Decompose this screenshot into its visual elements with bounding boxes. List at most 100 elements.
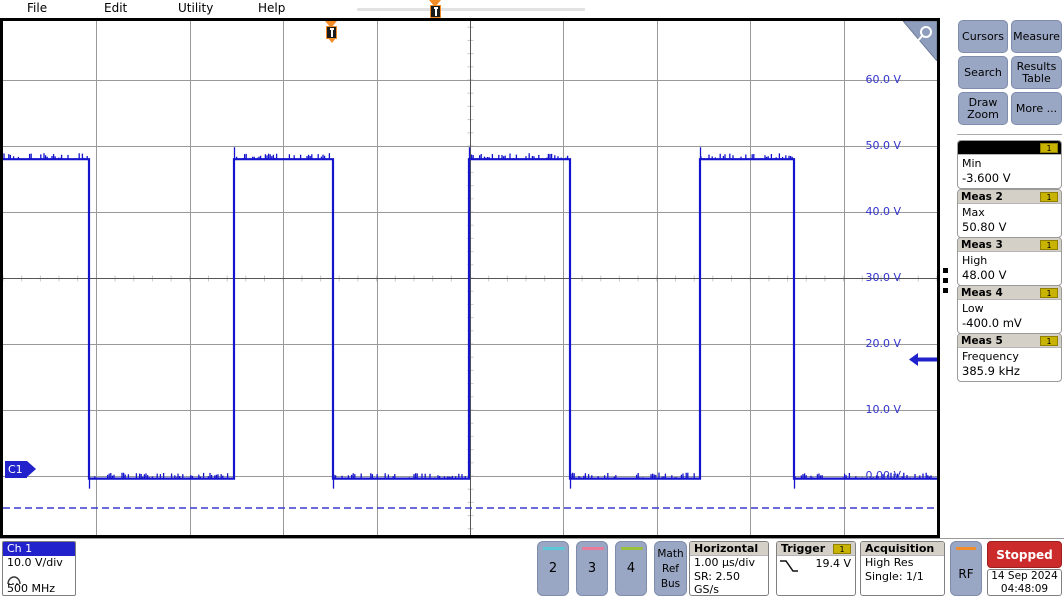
voltage-tick-label-30: 30.0 V (865, 271, 901, 284)
overview-trigger-marker-icon[interactable] (429, 0, 442, 22)
channel-4-label: 4 (626, 561, 636, 576)
waveform-graticule[interactable]: 60.0 V 50.0 V 40.0 V 30.0 V 20.0 V 10.0 V 0.00… (0, 18, 940, 538)
horizontal-timebase: 1.00 µs/div (694, 556, 755, 569)
measurement-name-2: Max (962, 206, 985, 219)
trigger-source-chip: 1 (833, 544, 851, 554)
menu-item-utility[interactable]: Utility (178, 1, 213, 16)
rf-label: RF (958, 567, 974, 581)
horizontal-title: Horizontal (690, 542, 768, 556)
measurement-value-5: 385.9 kHz (962, 364, 1020, 378)
measurement-body-4: Low -400.0 mV (958, 300, 1061, 333)
measurement-body-3: High 48.00 V (958, 252, 1061, 285)
bottom-status-bar: Ch 1 10.0 V/div 500 MHz 2 3 4 Math Ref B… (0, 538, 1064, 598)
measurement-body-2: Max 50.80 V (958, 204, 1061, 237)
measurement-header-4: Meas 4 1 (958, 286, 1061, 300)
menu-bar: File Edit Utility Help (0, 0, 1064, 22)
acquisition-settings-box[interactable]: Acquisition High Res Single: 1/1 (860, 541, 945, 596)
math-label: Math (657, 548, 684, 560)
trigger-level: 19.4 V (815, 557, 851, 570)
channel1-ground-marker[interactable]: C1 (5, 461, 36, 478)
measurement-value-3: 48.00 V (962, 268, 1007, 282)
math-ref-bus-button[interactable]: Math Ref Bus (654, 541, 687, 596)
acquisition-mode: High Res (865, 556, 914, 569)
panel-drag-handle[interactable] (943, 268, 950, 296)
measurement-box-1[interactable]: 1 Min -3.600 V (957, 140, 1062, 189)
measurement-value-2: 50.80 V (962, 220, 1007, 234)
panel-divider (957, 134, 1062, 135)
measurement-title-2: Meas 2 (961, 191, 1003, 203)
horizontal-settings-box[interactable]: Horizontal 1.00 µs/div SR: 2.50 GS/s RL:… (689, 541, 769, 596)
measurement-source-chip-2: 1 (1040, 192, 1058, 202)
menu-item-edit[interactable]: Edit (104, 1, 127, 16)
measurement-box-4[interactable]: Meas 4 1 Low -400.0 mV (957, 285, 1062, 334)
channel-4-button[interactable]: 4 (615, 541, 647, 596)
search-button[interactable]: Search (958, 56, 1008, 89)
channel-3-button[interactable]: 3 (576, 541, 608, 596)
falling-edge-icon (780, 560, 798, 572)
channel1-scale: 10.0 V/div (7, 556, 63, 569)
rf-button[interactable]: RF (950, 541, 982, 596)
run-status-badge[interactable]: Stopped (987, 541, 1062, 568)
acquisition-title: Acquisition (861, 542, 944, 556)
measurement-box-2[interactable]: Meas 2 1 Max 50.80 V (957, 189, 1062, 238)
channel1-bandwidth: 500 MHz (7, 582, 56, 595)
trigger-settings-box[interactable]: Trigger 1 19.4 V (776, 541, 856, 596)
measurement-name-4: Low (962, 302, 984, 315)
menu-item-help[interactable]: Help (258, 1, 285, 16)
draw-zoom-button[interactable]: Draw Zoom (958, 92, 1008, 125)
ref-label: Ref (662, 563, 679, 575)
measurement-box-3[interactable]: Meas 3 1 High 48.00 V (957, 237, 1062, 286)
measurement-title-3: Meas 3 (961, 239, 1003, 251)
voltage-tick-label-50: 50.0 V (865, 139, 901, 152)
acquisition-sequence: Single: 1/1 (865, 569, 924, 583)
channel-2-button[interactable]: 2 (537, 541, 569, 596)
channel1-settings-box[interactable]: Ch 1 10.0 V/div 500 MHz (2, 541, 76, 596)
measurement-header-5: Meas 5 1 (958, 334, 1061, 348)
measurement-source-chip-1: 1 (1040, 143, 1058, 153)
draw-zoom-corner-icon[interactable] (901, 20, 938, 63)
measurement-value-4: -400.0 mV (962, 316, 1022, 330)
channel-offset-marker-icon[interactable] (909, 352, 937, 367)
voltage-tick-label-0: 0.00 V (865, 469, 901, 482)
voltage-tick-label-20: 20.0 V (865, 337, 901, 350)
voltage-tick-label-40: 40.0 V (865, 205, 901, 218)
rf-color-bar (956, 547, 976, 550)
c1-marker-pointer (27, 461, 36, 477)
channel-2-label: 2 (548, 561, 558, 576)
record-overview-bar[interactable] (357, 8, 585, 11)
horizontal-sample-rate: SR: 2.50 GS/s (694, 569, 740, 596)
measurement-body-5: Frequency 385.9 kHz (958, 348, 1061, 381)
channel1-title: Ch 1 (3, 542, 75, 556)
datetime-display: 14 Sep 2024 04:48:09 (987, 569, 1062, 596)
channel-3-color-bar (582, 547, 604, 550)
c1-marker-label: C1 (8, 463, 23, 476)
trigger-title: Trigger (781, 542, 826, 555)
dc-coupling-icon (3, 569, 75, 585)
measurement-source-chip-4: 1 (1040, 288, 1058, 298)
measurement-header-2: Meas 2 1 (958, 190, 1061, 204)
measurement-title-4: Meas 4 (961, 287, 1003, 299)
measure-button[interactable]: Measure (1011, 20, 1062, 53)
voltage-tick-label-60: 60.0 V (865, 73, 901, 86)
menu-item-file[interactable]: File (27, 1, 47, 16)
trigger-slope-row: 19.4 V (777, 556, 855, 574)
channel-3-label: 3 (587, 561, 597, 576)
date-text: 14 Sep 2024 (991, 570, 1058, 582)
measurement-name-3: High (962, 254, 988, 267)
right-control-panel: Cursors Measure Search Results Table Dra… (955, 18, 1064, 538)
more-button[interactable]: More ... (1011, 92, 1062, 125)
results-table-button[interactable]: Results Table (1011, 56, 1062, 89)
channel-4-color-bar (621, 547, 643, 550)
cursors-button[interactable]: Cursors (958, 20, 1008, 53)
measurement-box-5[interactable]: Meas 5 1 Frequency 385.9 kHz (957, 333, 1062, 382)
oscilloscope-screen: File Edit Utility Help 60.0 V 50.0 V 40.… (0, 0, 1064, 598)
trigger-position-marker-icon[interactable] (325, 21, 338, 43)
channel-2-color-bar (543, 547, 565, 550)
bus-label: Bus (660, 578, 681, 590)
measurement-header-1: 1 (958, 141, 1061, 155)
measurement-body-1: Min -3.600 V (958, 155, 1061, 188)
measurement-name-5: Frequency (962, 350, 1019, 363)
measurement-value-1: -3.600 V (962, 171, 1011, 185)
measurement-name-1: Min (962, 157, 982, 170)
waveform-plot-area[interactable] (3, 21, 937, 535)
